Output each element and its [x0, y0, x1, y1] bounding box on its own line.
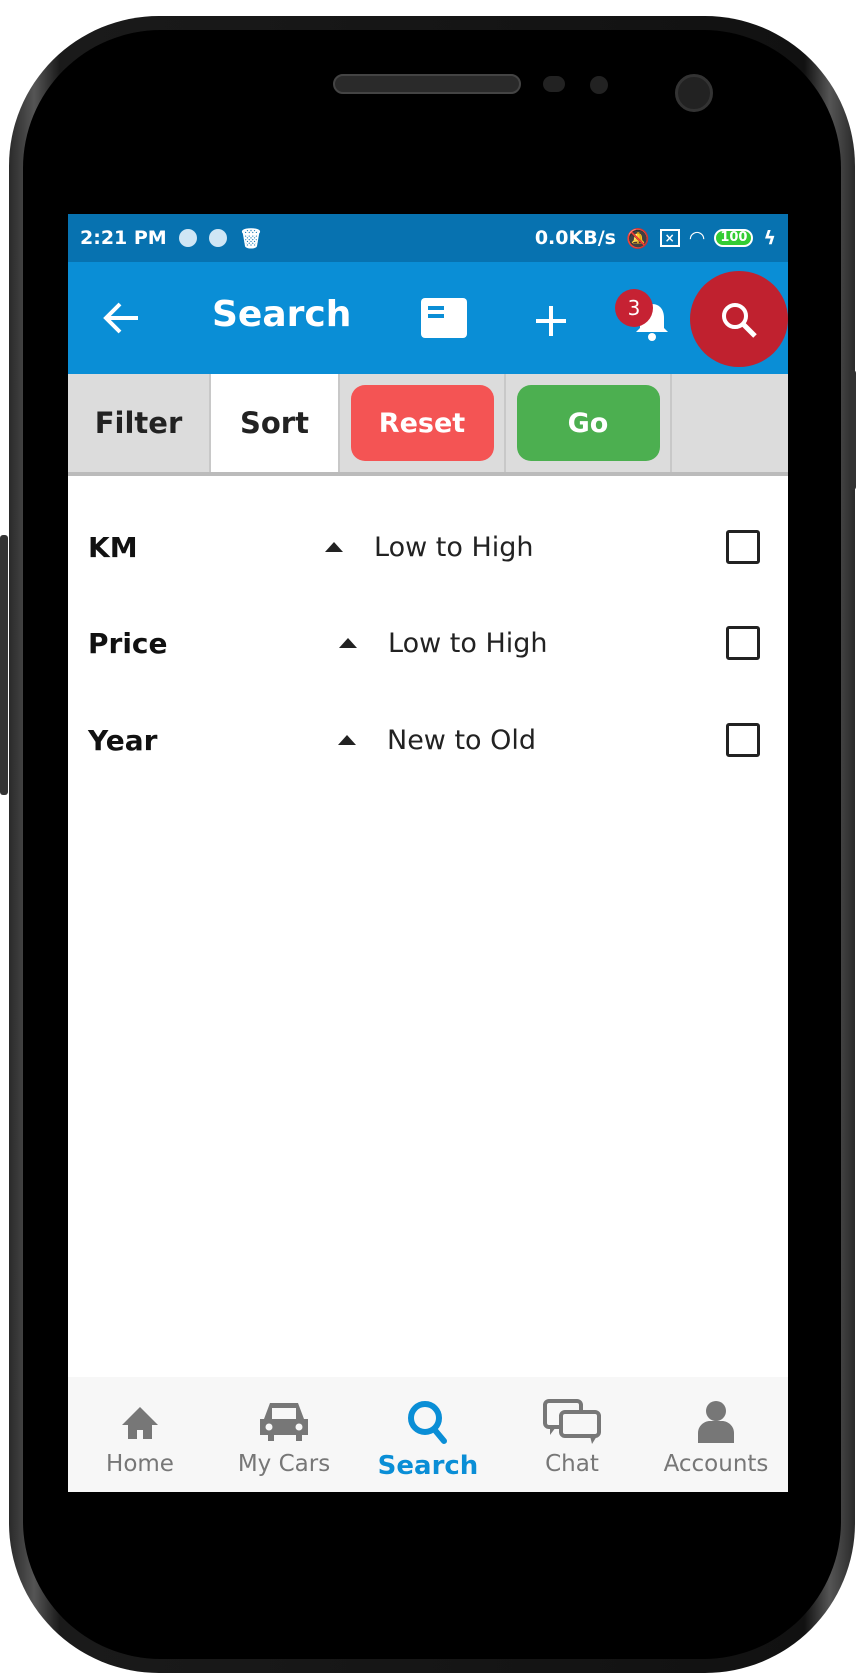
volume-button — [0, 535, 8, 795]
nav-home[interactable]: Home — [68, 1377, 212, 1492]
search-fab-button[interactable] — [690, 271, 788, 367]
sensor — [543, 76, 565, 92]
person-icon — [698, 1401, 734, 1443]
nav-accounts[interactable]: Accounts — [644, 1377, 788, 1492]
nav-my-cars[interactable]: My Cars — [212, 1377, 356, 1492]
filter-sort-tabs: Filter Sort Reset Go — [68, 374, 788, 476]
nav-chat[interactable]: Chat — [500, 1377, 644, 1492]
nav-label: Chat — [545, 1451, 599, 1477]
app-bar: Search 3 — [68, 262, 788, 374]
sort-checkbox[interactable] — [726, 723, 760, 757]
front-camera — [675, 74, 713, 112]
sort-option-year: Year New to Old — [68, 715, 788, 765]
charging-icon: ϟ — [763, 227, 776, 249]
sort-order: Low to High — [388, 627, 548, 659]
reset-cell: Reset — [340, 374, 506, 472]
battery-icon: 100 — [714, 229, 754, 247]
page-title: Search — [212, 294, 352, 335]
notification-dot-icon — [208, 229, 227, 247]
sort-arrow-up-icon[interactable] — [325, 542, 343, 552]
wifi-icon: ◠ — [689, 227, 705, 249]
tab-sort[interactable]: Sort — [211, 374, 340, 472]
search-icon — [408, 1401, 447, 1444]
status-time: 2:21 PM — [80, 227, 167, 249]
speaker — [333, 74, 521, 94]
nav-search[interactable]: Search — [356, 1377, 500, 1492]
chat-icon — [543, 1399, 601, 1444]
bottom-nav: Home My Cars Search Chat Accounts — [68, 1377, 788, 1492]
trash-icon: 🗑 — [238, 227, 263, 250]
sim-icon: × — [659, 229, 680, 247]
network-speed: 0.0KB/s — [534, 227, 616, 249]
screen: 2:21 PM 🗑 0.0KB/s 🔕 × ◠ 100 ϟ Search 3 F… — [68, 214, 788, 1492]
sort-arrow-up-icon[interactable] — [338, 735, 356, 745]
sort-option-price: Price Low to High — [68, 618, 788, 668]
sort-checkbox[interactable] — [726, 530, 760, 564]
nav-label: Home — [106, 1451, 174, 1477]
reset-button[interactable]: Reset — [350, 385, 494, 461]
car-icon — [260, 1403, 308, 1441]
go-cell: Go — [506, 374, 672, 472]
notification-badge: 3 — [615, 289, 653, 327]
mute-icon: 🔕 — [625, 227, 650, 250]
back-arrow-icon[interactable] — [102, 300, 142, 336]
power-button — [849, 370, 856, 490]
add-icon[interactable] — [534, 304, 568, 338]
search-icon — [722, 303, 757, 338]
home-icon — [122, 1407, 158, 1439]
nav-label: Search — [377, 1451, 479, 1481]
sort-label: KM — [88, 530, 138, 564]
sensor — [590, 76, 608, 94]
sort-label: Price — [88, 626, 168, 660]
sort-checkbox[interactable] — [726, 626, 760, 660]
status-bar: 2:21 PM 🗑 0.0KB/s 🔕 × ◠ 100 ϟ — [68, 214, 788, 262]
sort-label: Year — [88, 723, 158, 757]
sort-order: New to Old — [387, 724, 537, 756]
go-button[interactable]: Go — [516, 385, 660, 461]
nav-label: Accounts — [663, 1451, 769, 1477]
notification-dot-icon — [178, 229, 197, 247]
card-icon[interactable] — [421, 298, 467, 338]
nav-label: My Cars — [237, 1451, 331, 1477]
tab-filter[interactable]: Filter — [68, 374, 211, 472]
sort-order: Low to High — [374, 531, 534, 563]
sort-arrow-up-icon[interactable] — [339, 638, 357, 648]
sort-option-km: KM Low to High — [68, 522, 788, 572]
